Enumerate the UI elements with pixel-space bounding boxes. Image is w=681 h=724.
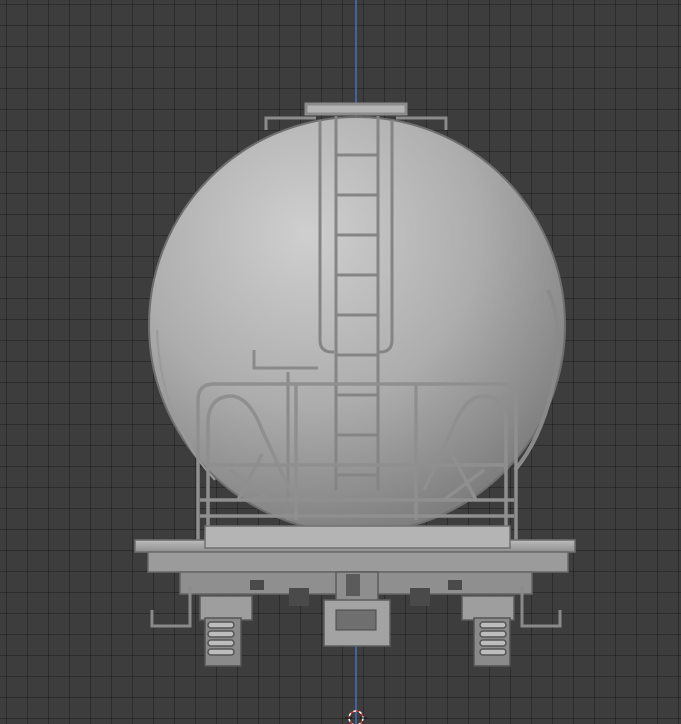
viewport-scene — [134, 0, 576, 724]
right-truck — [461, 586, 562, 667]
3d-viewport[interactable] — [0, 0, 681, 724]
tank-body — [148, 116, 566, 534]
left-truck — [150, 586, 253, 667]
